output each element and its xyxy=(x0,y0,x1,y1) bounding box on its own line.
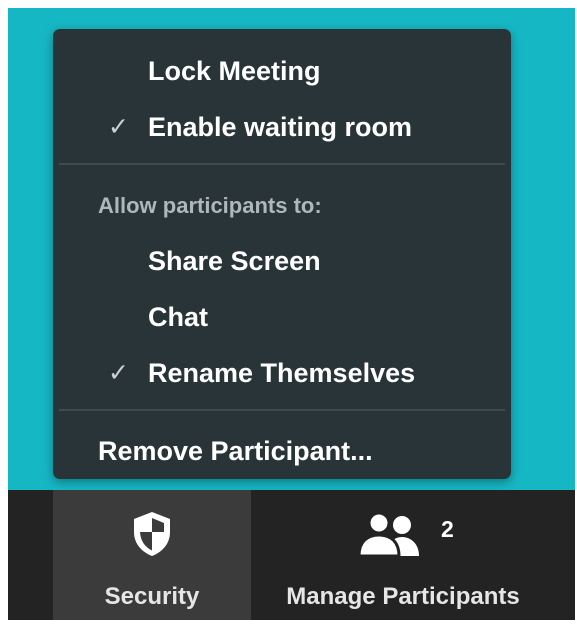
menu-item-label: Enable waiting room xyxy=(148,112,413,142)
menu-item-remove-participant[interactable]: Remove Participant... xyxy=(53,431,511,471)
participants-icon xyxy=(357,511,419,558)
security-menu: Lock Meeting ✓ Enable waiting room Allow… xyxy=(53,29,511,479)
menu-item-enable-waiting-room[interactable]: ✓ Enable waiting room xyxy=(53,107,511,147)
menu-item-share-screen[interactable]: Share Screen xyxy=(53,241,511,281)
menu-item-label: Rename Themselves xyxy=(148,358,416,388)
menu-divider xyxy=(59,163,505,165)
menu-item-label: Share Screen xyxy=(148,246,321,276)
security-button-label: Security xyxy=(104,583,200,610)
checkmark-icon: ✓ xyxy=(108,359,129,387)
manage-participants-label: Manage Participants xyxy=(286,583,520,610)
menu-item-chat[interactable]: Chat xyxy=(53,297,511,337)
menu-item-label: Lock Meeting xyxy=(148,56,321,86)
security-button[interactable]: Security xyxy=(53,490,251,620)
manage-participants-button[interactable]: 2 Manage Participants xyxy=(251,490,555,620)
menu-item-label: Chat xyxy=(148,302,208,332)
menu-item-lock-meeting[interactable]: Lock Meeting xyxy=(53,51,511,91)
shield-icon xyxy=(134,512,170,556)
section-header-allow-participants: Allow participants to: xyxy=(98,193,322,218)
participant-count-badge: 2 xyxy=(441,516,454,542)
meeting-toolbar: Security 2 Manage Participants xyxy=(8,490,575,620)
menu-divider xyxy=(59,409,505,411)
menu-item-rename-themselves[interactable]: ✓ Rename Themselves xyxy=(53,353,511,393)
checkmark-icon: ✓ xyxy=(108,113,129,141)
meeting-window: Lock Meeting ✓ Enable waiting room Allow… xyxy=(8,8,575,620)
menu-item-label: Remove Participant... xyxy=(98,436,373,466)
